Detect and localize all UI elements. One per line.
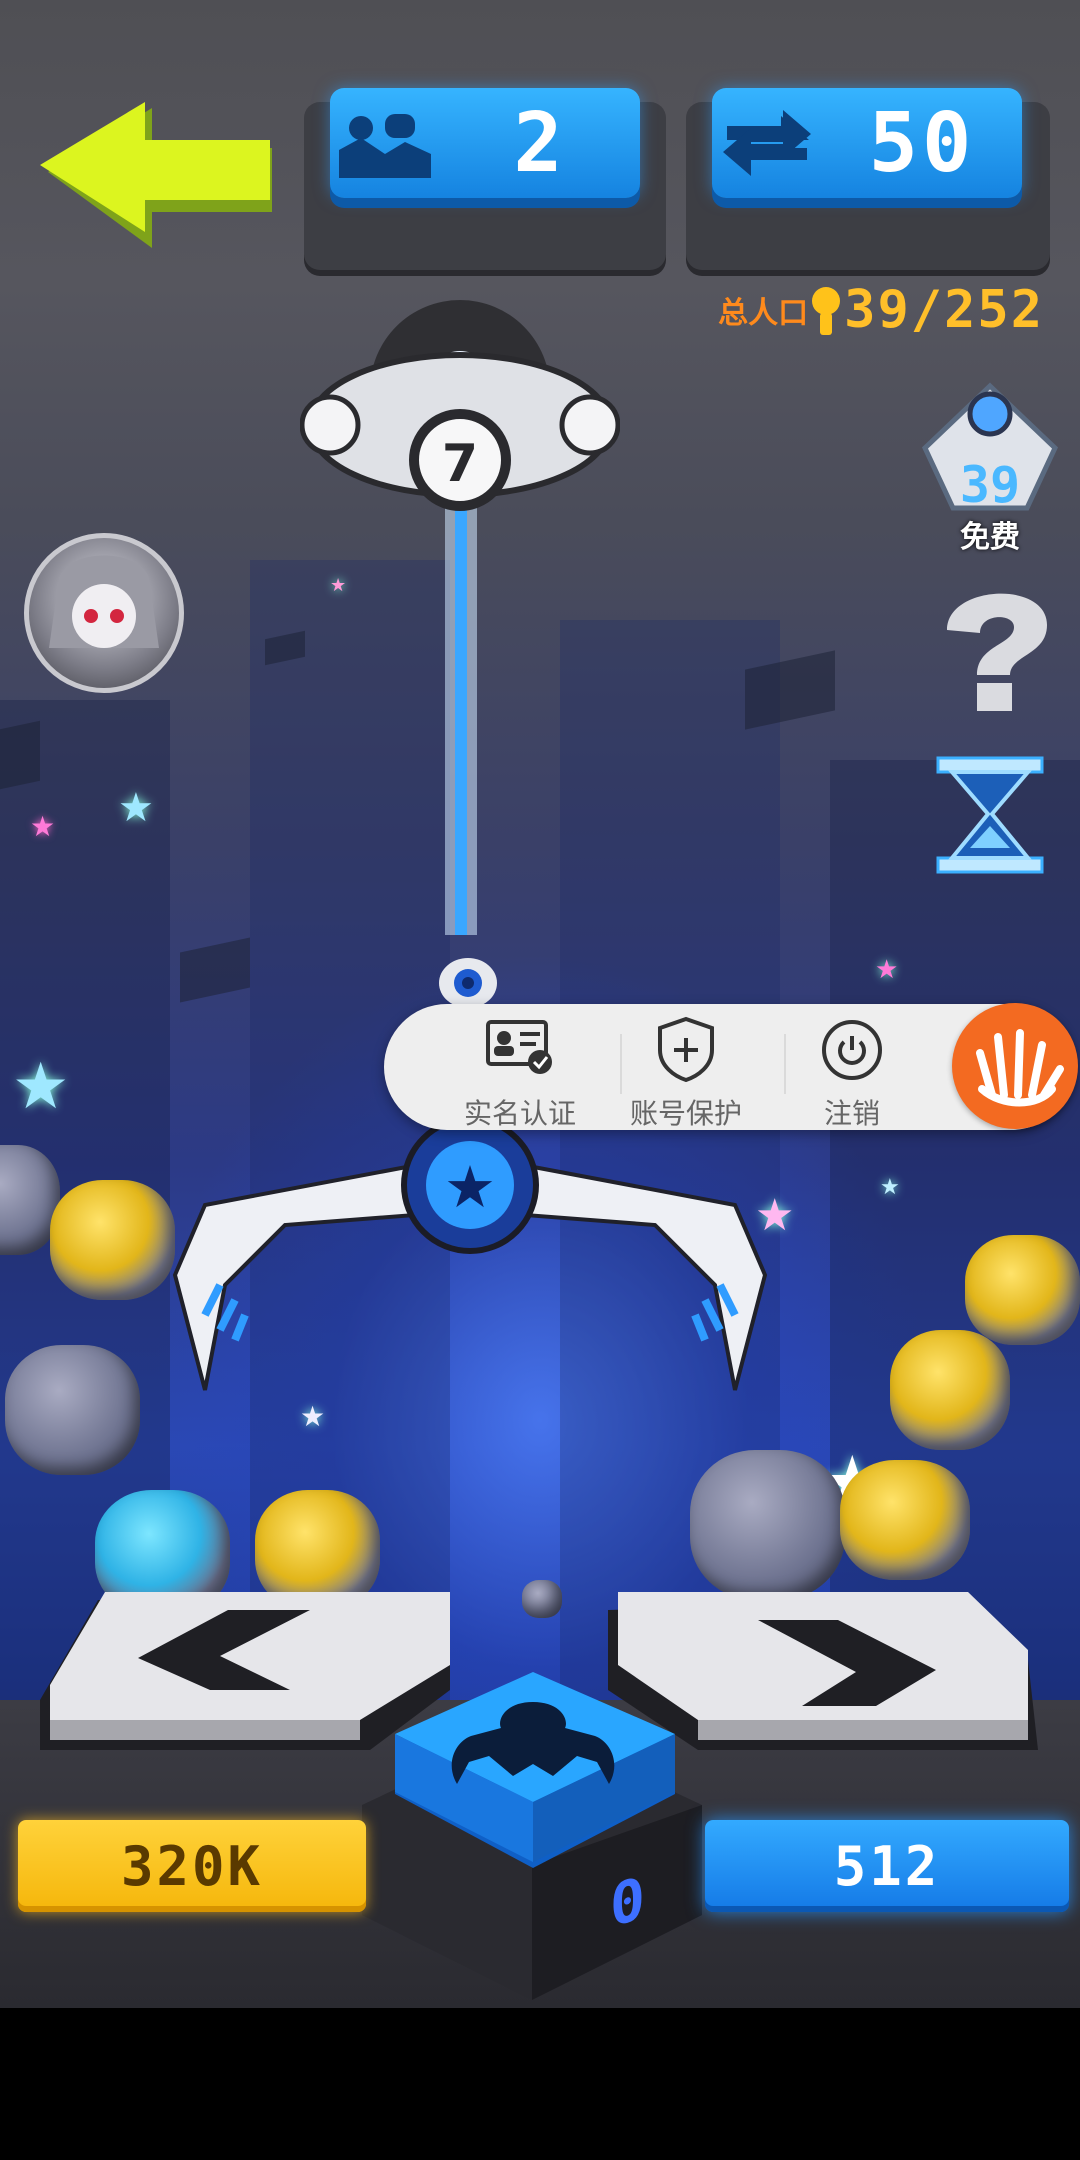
coins-display[interactable]: 320K <box>18 1820 366 1912</box>
background-cube <box>180 937 250 1003</box>
population-label: 总人口 <box>718 296 809 331</box>
id-card-verify-icon <box>486 1020 552 1074</box>
spaceship: 7 <box>300 300 620 935</box>
hourglass-icon <box>936 756 1044 874</box>
svg-text:7: 7 <box>442 434 478 494</box>
star-decoration: ★ <box>875 955 899 985</box>
star-decoration: ★ <box>880 1175 900 1200</box>
asteroid-rock <box>890 1330 1010 1450</box>
swap-arrows-icon <box>712 88 822 198</box>
summon-count: 0 <box>610 1863 645 1941</box>
claw-machine: ★ <box>172 1116 768 1391</box>
asteroid-rock <box>690 1450 845 1600</box>
hand-logo-icon <box>976 1029 1064 1107</box>
person-icon <box>812 287 841 335</box>
menu-item-label: 注销 <box>823 1097 880 1130</box>
brand-logo-button[interactable] <box>952 1003 1078 1129</box>
swap-value: 50 <box>868 95 976 191</box>
back-arrow-button[interactable] <box>40 100 280 250</box>
satellite-drone <box>439 958 497 1008</box>
shield-plus-icon <box>658 1016 714 1082</box>
hourglass-button[interactable] <box>930 750 1050 880</box>
bottom-black-bar <box>0 2008 1080 2160</box>
gems-display[interactable]: 512 <box>705 1820 1069 1912</box>
asteroid-rock <box>522 1580 562 1618</box>
population-display: 总人口 39/252 <box>718 280 1044 340</box>
star-decoration: ★ <box>12 1050 70 1124</box>
background-cube <box>0 720 40 790</box>
menu-item-logout[interactable]: 注销 <box>772 1014 932 1130</box>
asteroid-rock <box>5 1345 140 1475</box>
asteroid-rock <box>50 1180 175 1300</box>
free-count: 39 <box>959 456 1021 514</box>
svg-text:★: ★ <box>444 1153 496 1221</box>
stage-counter[interactable]: 2 <box>330 88 640 198</box>
free-spin-badge[interactable]: 39 免费 <box>915 378 1065 558</box>
asteroid-rock <box>840 1460 970 1580</box>
population-value: 39/252 <box>844 280 1044 340</box>
menu-item-account-protect[interactable]: 账号保护 <box>606 1014 766 1130</box>
avatar[interactable] <box>24 533 184 693</box>
star-decoration: ★ <box>30 810 56 843</box>
character-portrait <box>49 555 159 648</box>
menu-item-real-name[interactable]: 实名认证 <box>440 1014 600 1130</box>
arrow-left-icon <box>40 102 272 248</box>
menu-item-label: 实名认证 <box>463 1097 576 1130</box>
landscape-icon <box>330 88 440 198</box>
swap-counter[interactable]: 50 <box>712 88 1022 198</box>
help-button[interactable] <box>932 575 1062 715</box>
power-icon <box>822 1020 882 1080</box>
question-icon <box>947 593 1047 711</box>
summon-button[interactable] <box>385 1672 681 1872</box>
coins-value: 320K <box>120 1834 264 1898</box>
star-decoration: ★ <box>118 785 154 831</box>
stage-value: 2 <box>513 95 567 191</box>
free-label: 免费 <box>960 520 1020 555</box>
menu-item-label: 账号保护 <box>629 1097 742 1130</box>
gems-value: 512 <box>833 1834 941 1898</box>
asteroid-rock <box>965 1235 1080 1345</box>
